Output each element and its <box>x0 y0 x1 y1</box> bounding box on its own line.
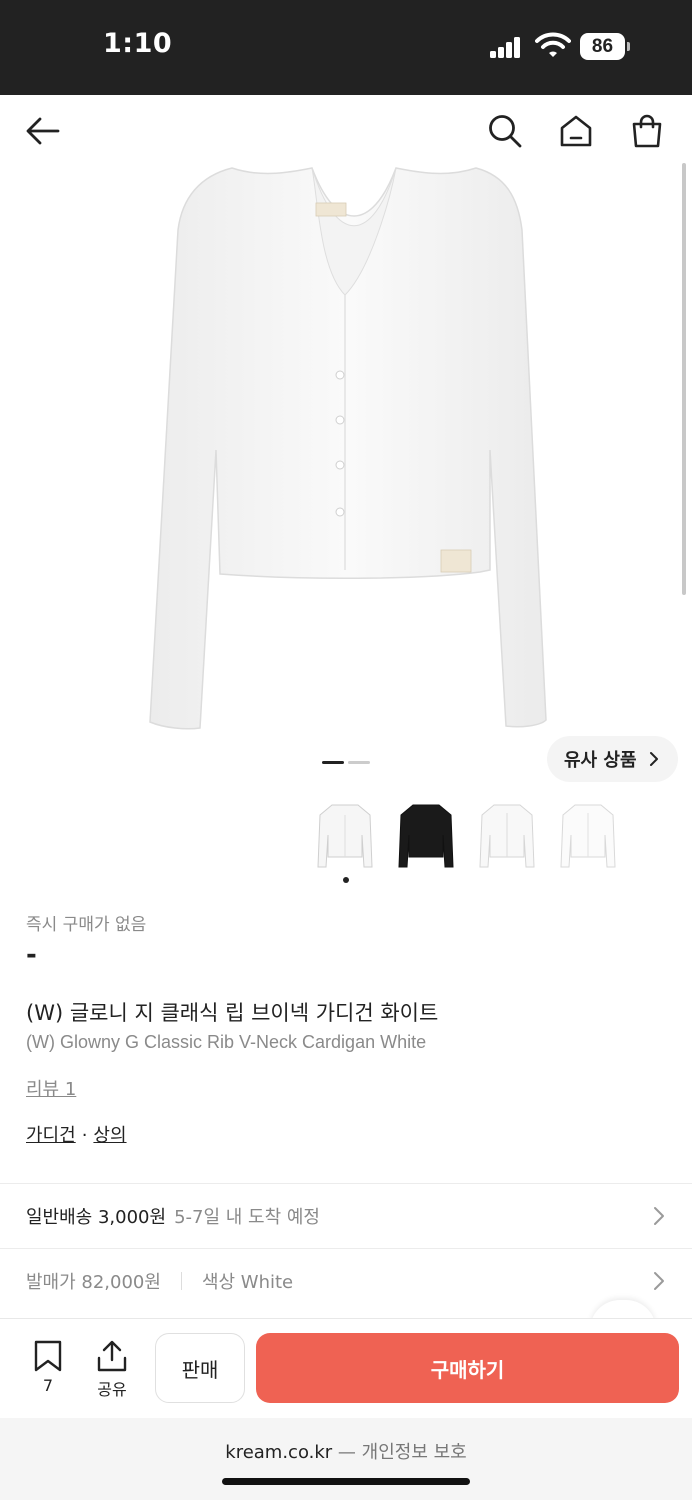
color-thumbnails <box>310 795 640 885</box>
category-link-cardigan[interactable]: 가디건 <box>26 1125 76 1146</box>
url-domain: kream.co.kr <box>225 1442 333 1463</box>
thumbnail-selected-indicator <box>343 877 349 883</box>
chevron-right-icon <box>654 1207 664 1225</box>
thumbnail-white-3[interactable] <box>553 795 623 875</box>
shipping-fee: 일반배송 3,000원 <box>26 1207 167 1228</box>
home-indicator[interactable] <box>222 1478 470 1485</box>
shopping-bag-icon <box>632 114 662 148</box>
product-image[interactable] <box>0 150 692 750</box>
battery-level: 86 <box>580 33 625 60</box>
image-pager <box>322 761 370 764</box>
status-time: 1:10 <box>103 28 173 59</box>
share-icon <box>97 1340 127 1372</box>
search-icon <box>489 115 522 148</box>
wifi-icon <box>535 32 571 57</box>
search-button[interactable] <box>483 109 527 153</box>
battery-icon: 86 <box>580 33 630 60</box>
home-button[interactable] <box>554 109 598 153</box>
share-label: 공유 <box>97 1380 127 1399</box>
product-title-english: (W) Glowny G Classic Rib V-Neck Cardigan… <box>26 1032 427 1052</box>
cellular-signal-icon <box>490 36 522 58</box>
thumbnail-white-2[interactable] <box>472 795 542 875</box>
category-breadcrumb: 가디건 · 상의 <box>26 1121 127 1147</box>
shipping-eta: 5-7일 내 도착 예정 <box>174 1207 320 1228</box>
arrow-left-icon <box>26 117 60 145</box>
review-link[interactable]: 리뷰 1 <box>26 1075 76 1101</box>
chevron-right-icon <box>654 1272 664 1290</box>
similar-products-label: 유사 상품 <box>564 750 637 771</box>
bookmark-icon <box>34 1340 62 1372</box>
privacy-label: — 개인정보 보호 <box>332 1442 467 1463</box>
status-bar: 1:10 86 <box>0 0 692 95</box>
product-title-korean: (W) 글로니 지 클래식 립 브이넥 가디건 화이트 <box>26 1001 439 1025</box>
shipping-row[interactable]: 일반배송 3,000원 5-7일 내 도착 예정 <box>0 1184 692 1248</box>
chevron-right-icon <box>649 752 658 766</box>
cardigan-image <box>149 167 547 730</box>
category-separator: · <box>81 1125 88 1146</box>
vertical-divider <box>180 1272 182 1290</box>
instant-buy-label: 즉시 구매가 없음 <box>26 915 147 935</box>
home-icon <box>560 115 592 147</box>
pager-dot-active <box>322 761 344 764</box>
url-text: kream.co.kr — 개인정보 보호 <box>0 1438 692 1464</box>
thumbnail-black[interactable] <box>391 795 461 875</box>
color-info: 색상 White <box>201 1272 294 1293</box>
details-row[interactable]: 발매가 82,000원 색상 White <box>0 1249 692 1313</box>
thumbnail-white-1[interactable] <box>310 795 380 875</box>
browser-url-bar[interactable]: kream.co.kr — 개인정보 보호 <box>0 1418 692 1500</box>
pager-dot <box>348 761 370 764</box>
bookmark-count: 7 <box>42 1376 54 1395</box>
sell-button[interactable]: 판매 <box>155 1333 245 1403</box>
similar-products-button[interactable]: 유사 상품 <box>547 736 678 782</box>
share-button[interactable]: 공유 <box>87 1340 137 1400</box>
release-price: 발매가 82,000원 <box>26 1272 161 1293</box>
price: - <box>26 940 37 970</box>
scrollbar[interactable] <box>682 163 686 595</box>
category-link-top[interactable]: 상의 <box>93 1125 126 1146</box>
cart-button[interactable] <box>625 109 669 153</box>
buy-button[interactable]: 구매하기 <box>256 1333 679 1403</box>
bookmark-button[interactable]: 7 <box>23 1340 73 1395</box>
back-button[interactable] <box>21 109 65 153</box>
